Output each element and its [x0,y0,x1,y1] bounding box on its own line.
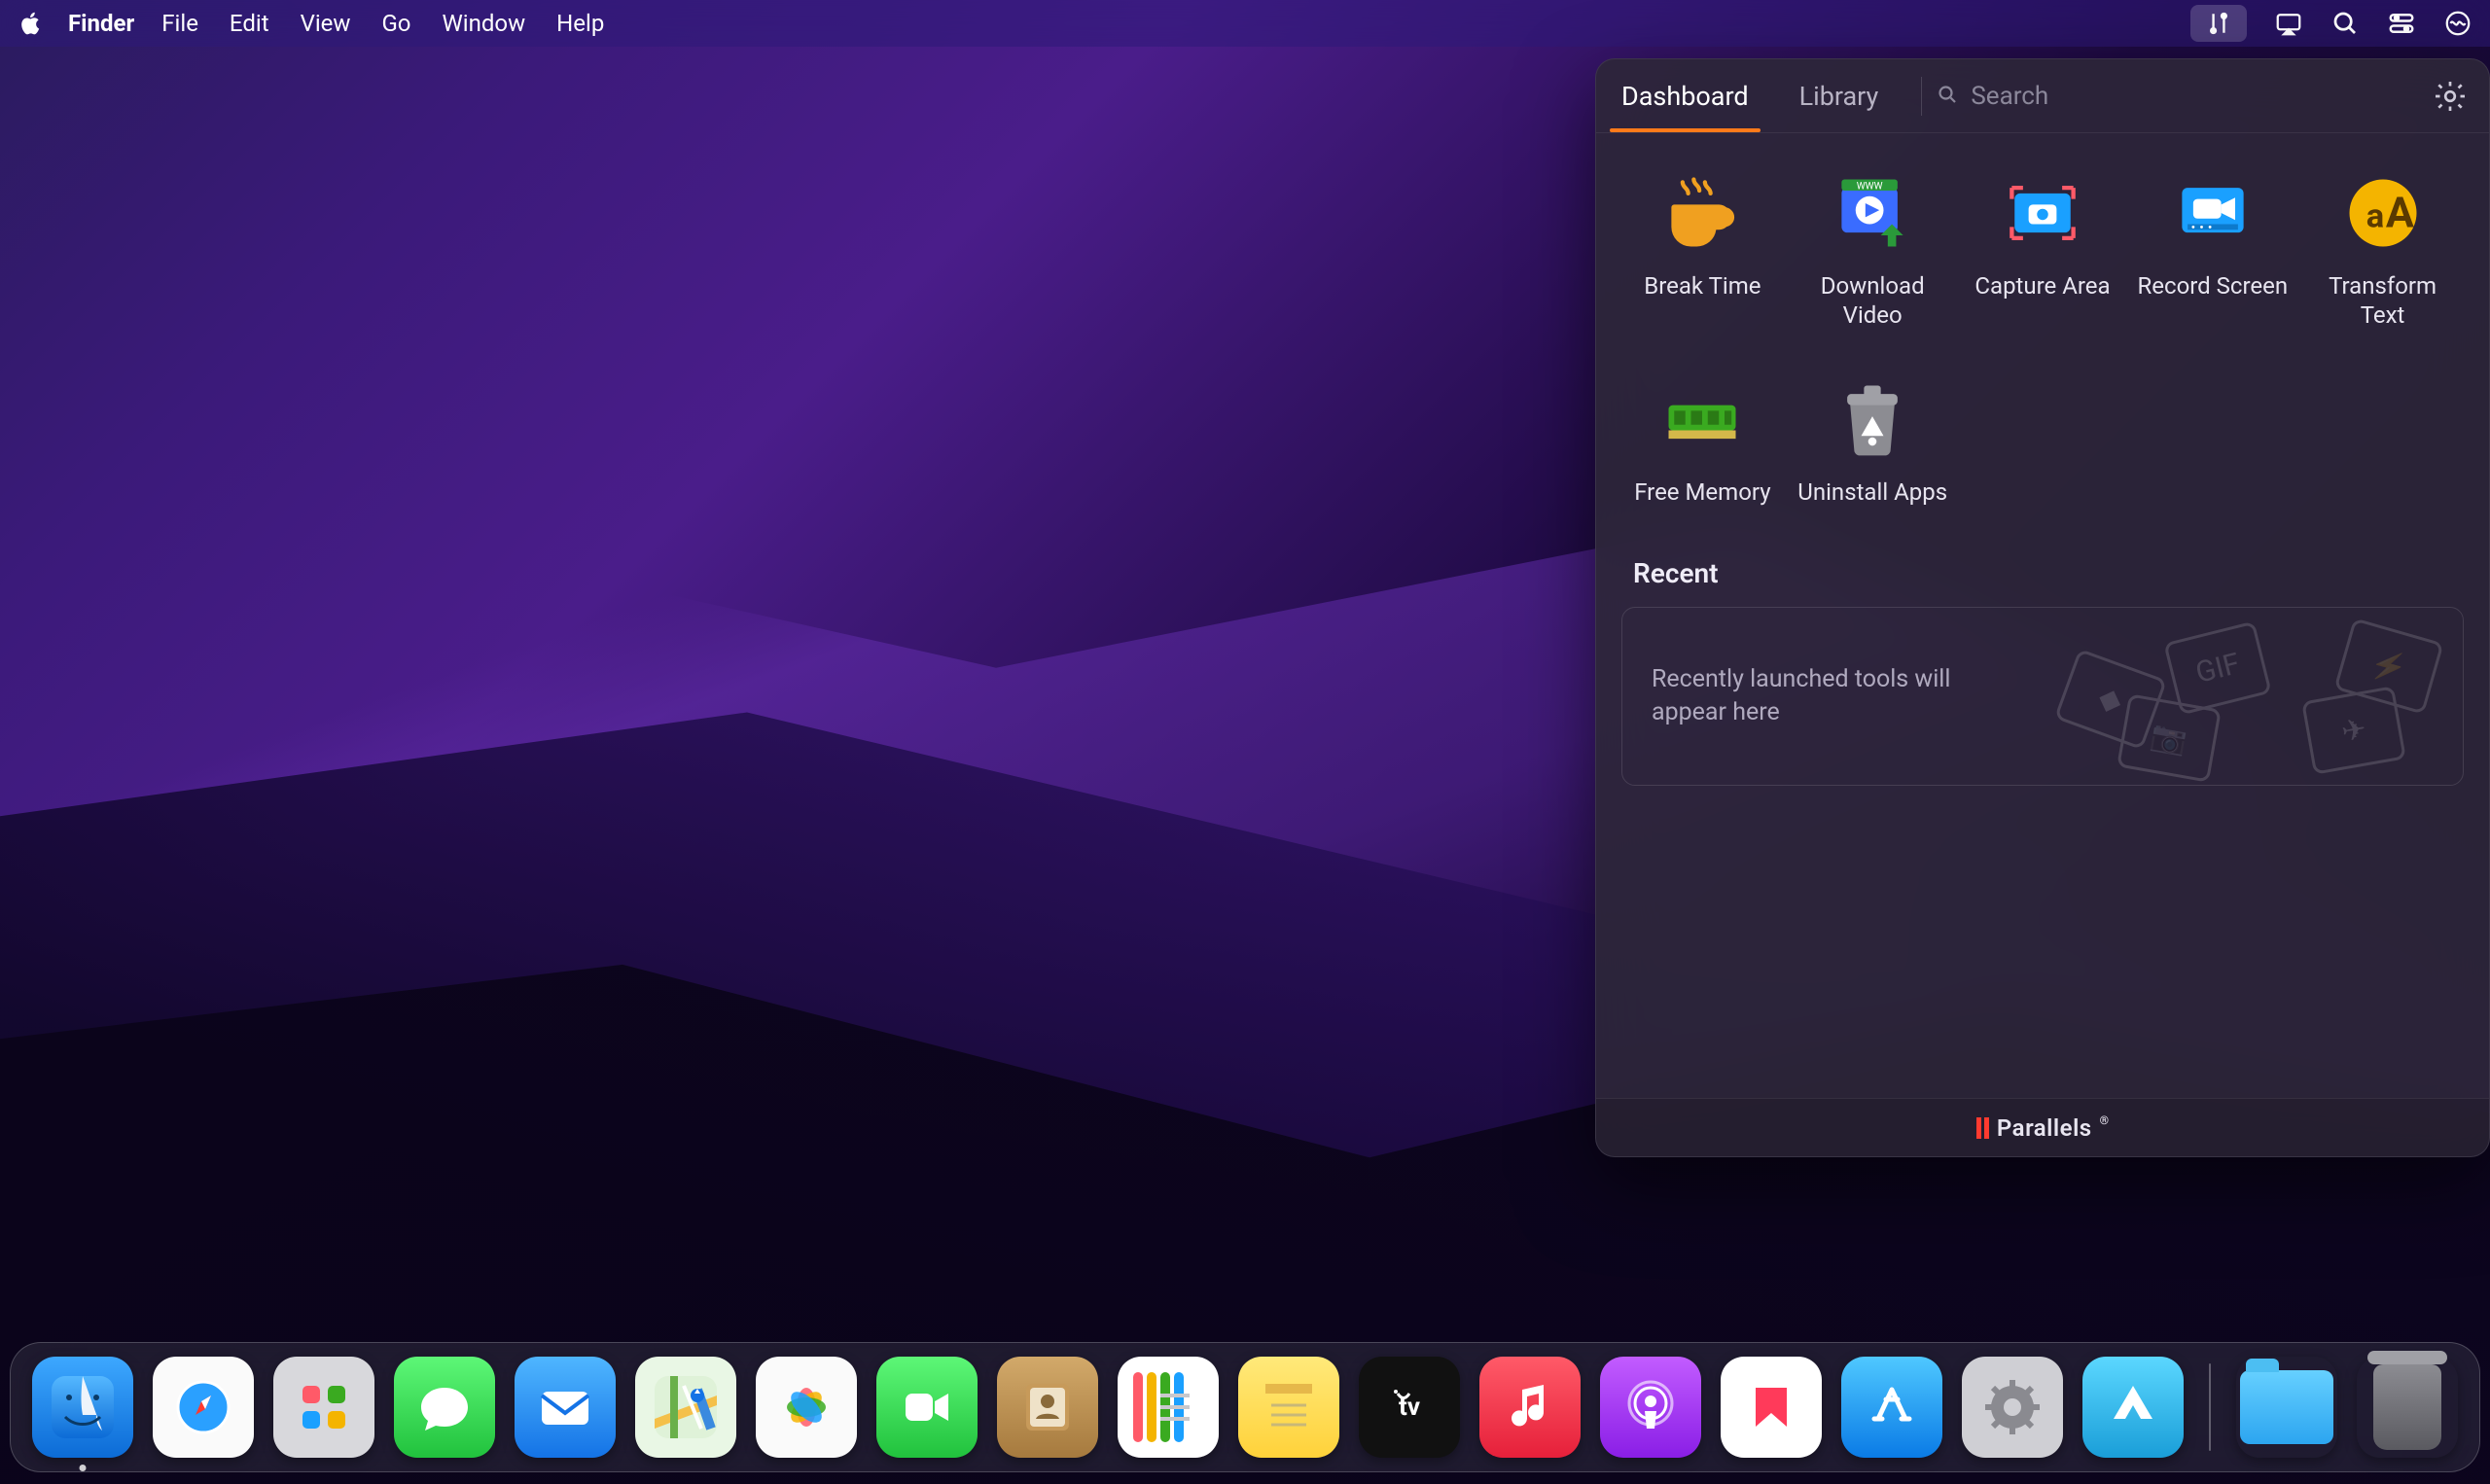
download-video-icon: WWW [1828,168,1917,258]
dock-app-appstore[interactable] [1841,1357,1942,1458]
screen-mirroring-icon[interactable] [2274,9,2303,38]
tool-label: Free Memory [1634,477,1770,507]
recent-empty-message: Recently launched tools will appear here [1652,663,2002,729]
dock-app-facetime[interactable] [876,1357,978,1458]
dock-app-podcasts[interactable] [1600,1357,1701,1458]
dock-app-system-preferences[interactable] [1962,1357,2063,1458]
menu-bar: Finder File Edit View Go Window Help [0,0,2490,47]
menu-file[interactable]: File [161,10,198,37]
dock-app-tv[interactable]: tv [1359,1357,1460,1458]
tab-dashboard[interactable]: Dashboard [1596,59,1774,132]
tool-uninstall-apps[interactable]: Uninstall Apps [1792,367,1954,514]
dock-app-mail[interactable] [515,1357,616,1458]
dock-app-maps[interactable] [635,1357,736,1458]
running-indicator [80,1465,87,1471]
dock-app-music[interactable] [1479,1357,1581,1458]
panel-header: Dashboard Library [1596,59,2489,133]
tool-download-video[interactable]: WWW Download Video [1792,160,1954,337]
svg-text:a: a [2366,196,2383,235]
dock-app-safari[interactable] [153,1357,254,1458]
dock-app-reminders[interactable] [1118,1357,1219,1458]
menu-help[interactable]: Help [556,10,604,37]
search-input[interactable] [1971,82,2433,111]
svg-text:WWW: WWW [1857,182,1883,193]
menu-go[interactable]: Go [381,10,410,37]
tool-label: Transform Text [2305,271,2460,330]
dock-app-photos[interactable] [756,1357,857,1458]
trash-app-icon [1828,374,1917,464]
menu-edit[interactable]: Edit [230,10,269,37]
active-app-name[interactable]: Finder [68,10,134,37]
control-center-icon[interactable] [2387,9,2416,38]
dock-app-nordpass[interactable] [2082,1357,2184,1458]
search-icon [1936,83,1959,110]
recent-box: Recently launched tools will appear here… [1621,607,2464,786]
tool-grid: Break Time WWW Download Video Capture Ar… [1621,160,2464,514]
tab-library[interactable]: Library [1774,59,1904,132]
dock-downloads-folder[interactable] [2236,1357,2337,1458]
parallels-toolbox-panel: Dashboard Library Break Time WWW [1595,58,2490,1157]
siri-icon[interactable] [2443,9,2472,38]
tool-label: Capture Area [1974,271,2110,300]
menu-window[interactable]: Window [443,10,526,37]
tool-label: Download Video [1796,271,1950,330]
panel-footer: Parallels ® [1596,1098,2489,1156]
dock-separator [2209,1363,2211,1451]
dock-app-messages[interactable] [394,1357,495,1458]
settings-gear-icon[interactable] [2433,79,2468,114]
tool-capture-area[interactable]: Capture Area [1962,160,2124,337]
menu-view[interactable]: View [301,10,351,37]
tool-transform-text[interactable]: aA Transform Text [2301,160,2464,337]
tool-break-time[interactable]: Break Time [1621,160,1784,337]
tool-record-screen[interactable]: Record Screen [2131,160,2294,337]
memory-chip-icon [1657,374,1747,464]
coffee-cup-icon [1657,168,1747,258]
tool-label: Uninstall Apps [1797,477,1947,507]
spotlight-search-icon[interactable] [2330,9,2360,38]
apple-menu-icon[interactable] [18,10,45,37]
dock-app-news[interactable] [1721,1357,1822,1458]
dock-app-notes[interactable] [1238,1357,1339,1458]
registered-mark: ® [2100,1113,2109,1127]
tool-free-memory[interactable]: Free Memory [1621,367,1784,514]
recent-heading: Recent [1633,557,2464,589]
record-screen-icon [2168,168,2258,258]
tool-label: Record Screen [2137,271,2288,300]
parallels-brand: Parallels [1997,1114,2092,1142]
tool-label: Break Time [1644,271,1761,300]
svg-text:A: A [2385,188,2413,237]
parallels-toolbox-menuextra-icon[interactable] [2190,5,2247,42]
parallels-logo-icon [1976,1117,1989,1139]
dock: tv [10,1342,2480,1472]
tabs-divider [1921,77,1922,116]
recent-ghost-icons: GIF ⚡ 📷 ✈ ◆ [2035,608,2443,785]
trash-icon [2373,1364,2441,1450]
folder-icon [2240,1370,2333,1444]
dock-app-launchpad[interactable] [273,1357,374,1458]
dock-app-finder[interactable] [32,1357,133,1458]
dock-trash[interactable] [2357,1357,2458,1458]
dock-app-contacts[interactable] [997,1357,1098,1458]
capture-area-icon [1998,168,2087,258]
transform-text-icon: aA [2338,168,2428,258]
